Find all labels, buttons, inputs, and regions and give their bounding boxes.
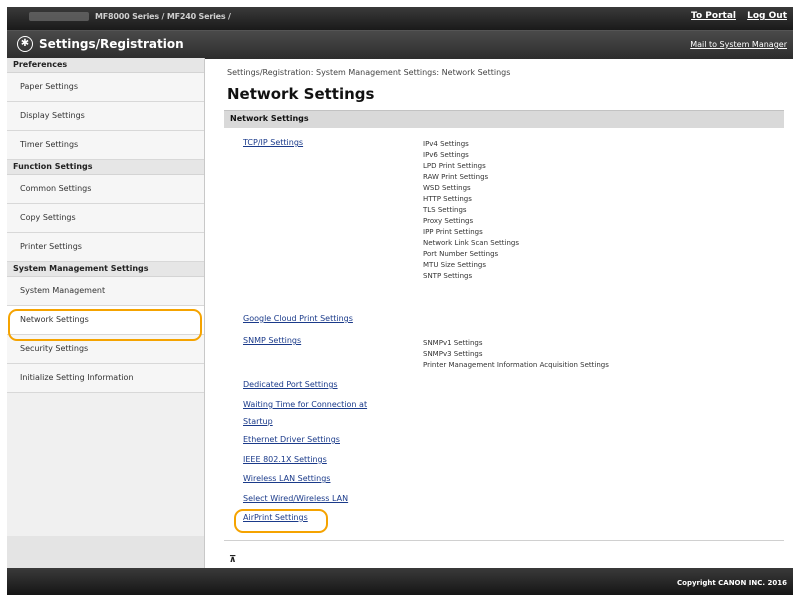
tcpip-settings-link[interactable]: TCP/IP Settings: [243, 138, 303, 147]
sidebar-item-network-settings[interactable]: Network Settings: [7, 306, 204, 335]
sidebar-item-initialize-setting-information[interactable]: Initialize Setting Information: [7, 364, 204, 393]
sidebar-heading-preferences: Preferences: [7, 58, 204, 73]
sub-proxy-settings: Proxy Settings: [423, 217, 474, 225]
scroll-to-top-icon[interactable]: ⊼: [229, 555, 236, 565]
sub-snmpv1-settings: SNMPv1 Settings: [423, 339, 483, 347]
device-name-redacted: [29, 12, 89, 21]
top-links: To Portal Log Out: [683, 11, 787, 21]
sidebar-item-security-settings[interactable]: Security Settings: [7, 335, 204, 364]
sidebar-bottom-fill: [7, 536, 204, 568]
sub-ipp-print-settings: IPP Print Settings: [423, 228, 483, 236]
section-title: Network Settings: [230, 114, 309, 123]
sidebar-heading-function-settings: Function Settings: [7, 160, 204, 175]
to-portal-link[interactable]: To Portal: [691, 11, 736, 21]
sidebar-item-printer-settings[interactable]: Printer Settings: [7, 233, 204, 262]
sidebar-item-paper-settings[interactable]: Paper Settings: [7, 73, 204, 102]
sidebar-heading-system-management-settings: System Management Settings: [7, 262, 204, 277]
sub-lpd-print-settings: LPD Print Settings: [423, 162, 486, 170]
title-bar: ✱ Settings/Registration Mail to System M…: [7, 30, 793, 59]
sub-raw-print-settings: RAW Print Settings: [423, 173, 489, 181]
copyright-text: Copyright CANON INC. 2016: [677, 579, 787, 587]
ieee-8021x-settings-link[interactable]: IEEE 802.1X Settings: [243, 455, 327, 464]
mail-to-system-manager-link[interactable]: Mail to System Manager: [690, 40, 787, 49]
footer: Copyright CANON INC. 2016: [7, 568, 793, 595]
waiting-time-link-startup[interactable]: Startup: [243, 417, 273, 426]
sub-ipv6-settings: IPv6 Settings: [423, 151, 469, 159]
waiting-time-link[interactable]: Waiting Time for Connection at: [243, 400, 367, 409]
sidebar-item-common-settings[interactable]: Common Settings: [7, 175, 204, 204]
content-divider: [224, 540, 784, 541]
sub-printer-management-information: Printer Management Information Acquisiti…: [423, 361, 609, 369]
log-out-link[interactable]: Log Out: [747, 11, 787, 21]
sub-ipv4-settings: IPv4 Settings: [423, 140, 469, 148]
model-name: MF8000 Series / MF240 Series /: [29, 12, 231, 21]
sidebar-item-display-settings[interactable]: Display Settings: [7, 102, 204, 131]
sub-tls-settings: TLS Settings: [423, 206, 467, 214]
app-title: Settings/Registration: [39, 37, 184, 51]
sub-wsd-settings: WSD Settings: [423, 184, 471, 192]
sub-snmpv3-settings: SNMPv3 Settings: [423, 350, 483, 358]
breadcrumb: Settings/Registration: System Management…: [227, 68, 511, 77]
page-title: Network Settings: [227, 85, 375, 103]
snmp-settings-link[interactable]: SNMP Settings: [243, 336, 301, 345]
airprint-settings-link[interactable]: AirPrint Settings: [243, 513, 308, 522]
sidebar-item-system-management[interactable]: System Management: [7, 277, 204, 306]
sidebar-item-copy-settings[interactable]: Copy Settings: [7, 204, 204, 233]
google-cloud-print-settings-link[interactable]: Google Cloud Print Settings: [243, 314, 353, 323]
main-content: Settings/Registration: System Management…: [215, 58, 793, 568]
dedicated-port-settings-link[interactable]: Dedicated Port Settings: [243, 380, 338, 389]
settings-gear-icon: ✱: [17, 36, 33, 52]
sub-network-link-scan-settings: Network Link Scan Settings: [423, 239, 519, 247]
top-bar: MF8000 Series / MF240 Series / To Portal…: [7, 7, 793, 30]
section-header: Network Settings: [224, 110, 784, 128]
select-wired-wireless-lan-link[interactable]: Select Wired/Wireless LAN: [243, 494, 348, 503]
sub-sntp-settings: SNTP Settings: [423, 272, 473, 280]
sub-mtu-size-settings: MTU Size Settings: [423, 261, 486, 269]
sub-port-number-settings: Port Number Settings: [423, 250, 499, 258]
sub-http-settings: HTTP Settings: [423, 195, 472, 203]
ethernet-driver-settings-link[interactable]: Ethernet Driver Settings: [243, 435, 340, 444]
model-label: MF8000 Series / MF240 Series /: [95, 12, 231, 21]
sidebar-item-timer-settings[interactable]: Timer Settings: [7, 131, 204, 160]
wireless-lan-settings-link[interactable]: Wireless LAN Settings: [243, 474, 330, 483]
sidebar: Preferences Paper Settings Display Setti…: [7, 58, 205, 568]
